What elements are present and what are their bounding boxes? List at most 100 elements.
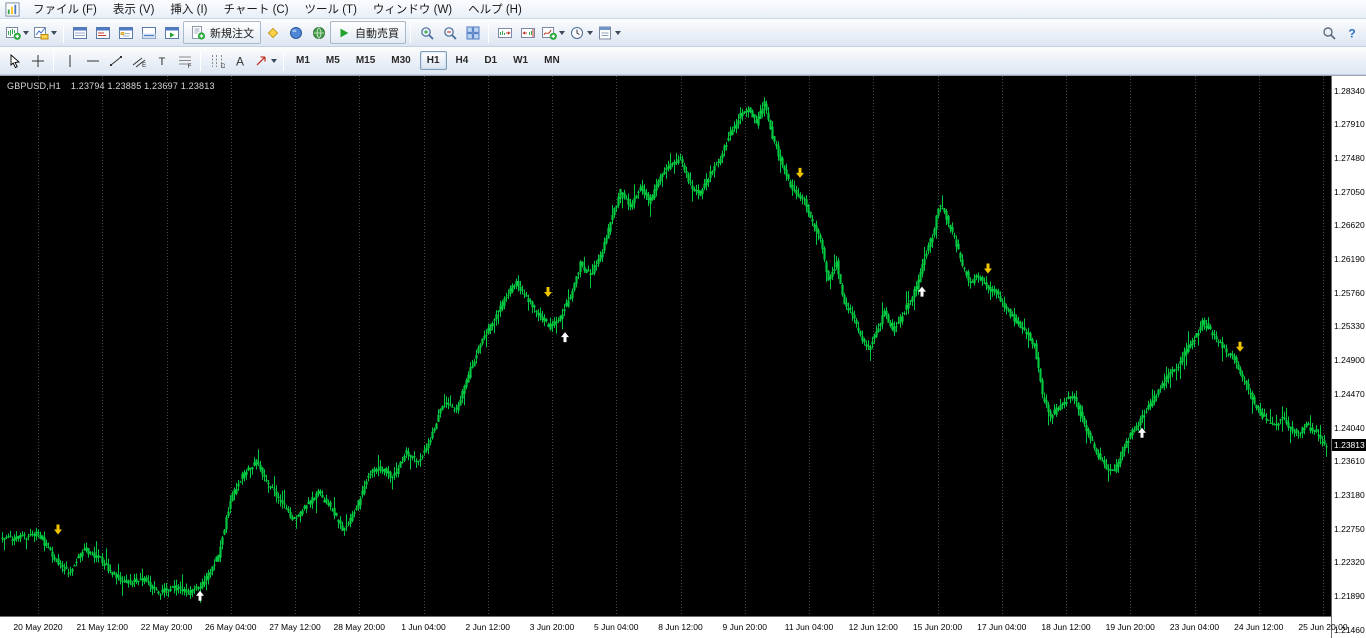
indicators-button[interactable] xyxy=(539,21,567,44)
community-button[interactable] xyxy=(284,21,307,44)
datawindow-icon xyxy=(95,25,111,41)
timeframe-h1[interactable]: H1 xyxy=(419,51,447,70)
help-button[interactable]: ? xyxy=(1340,21,1363,44)
time-axis-label: 2 Jun 12:00 xyxy=(465,622,510,632)
sell-arrow-icon[interactable] xyxy=(54,524,62,535)
new-order-label: 新規注文 xyxy=(210,27,254,40)
text-button[interactable]: T xyxy=(150,49,173,72)
chart-window[interactable]: GBPUSD,H1 1.23794 1.23885 1.23697 1.2381… xyxy=(0,75,1366,638)
buy-arrow-icon[interactable] xyxy=(196,590,204,601)
sell-arrow-icon[interactable] xyxy=(984,263,992,274)
trendline-icon xyxy=(108,53,124,69)
vline-icon xyxy=(62,53,78,69)
cursor-button[interactable] xyxy=(3,49,26,72)
profiles-icon xyxy=(33,25,49,41)
tile-windows-button[interactable] xyxy=(461,21,484,44)
equidistant-channel-button[interactable]: E xyxy=(127,49,150,72)
tester-icon xyxy=(164,25,180,41)
market-button[interactable] xyxy=(307,21,330,44)
cycles-icon: D xyxy=(209,53,225,69)
chart-symbol-label: GBPUSD,H1 1.23794 1.23885 1.23697 1.2381… xyxy=(7,81,215,91)
diamond-icon xyxy=(265,25,281,41)
timeframe-m30[interactable]: M30 xyxy=(384,51,417,70)
zoomin-icon xyxy=(419,25,435,41)
timeframe-m5[interactable]: M5 xyxy=(319,51,347,70)
price-axis-label: 1.22750 xyxy=(1334,523,1365,534)
sell-arrow-icon[interactable] xyxy=(544,287,552,297)
timeframe-m1[interactable]: M1 xyxy=(289,51,317,70)
menu-item-charts[interactable]: チャート (C) xyxy=(215,0,296,19)
new-order-button[interactable]: 新規注文 xyxy=(183,21,261,44)
clock-icon xyxy=(569,25,585,41)
fibonacci-button[interactable]: F xyxy=(173,49,196,72)
menu-items: ファイル (F) 表示 (V) 挿入 (I) チャート (C) ツール (T) ウィンドウ… xyxy=(25,0,530,19)
profiles-button[interactable] xyxy=(31,21,59,44)
time-axis-label: 11 Jun 04:00 xyxy=(784,622,834,632)
price-axis-label: 1.23610 xyxy=(1334,456,1365,467)
time-axis-label: 17 Jun 04:00 xyxy=(977,622,1027,632)
text-label-button[interactable]: A xyxy=(228,49,251,72)
timeframe-d1[interactable]: D1 xyxy=(477,51,504,70)
menu-item-insert[interactable]: 挿入 (I) xyxy=(162,0,215,19)
time-axis-label: 25 Jun 20:00 xyxy=(1298,622,1348,632)
terminal-icon xyxy=(141,25,157,41)
zoom-out-button[interactable] xyxy=(438,21,461,44)
cycle-lines-button[interactable]: D xyxy=(205,49,228,72)
letterA-icon: A xyxy=(232,53,248,69)
dropdown-caret-icon[interactable] xyxy=(587,30,593,35)
menu-item-view[interactable]: 表示 (V) xyxy=(105,0,163,19)
timeframe-mn[interactable]: MN xyxy=(537,51,567,70)
time-axis-label: 27 May 12:00 xyxy=(269,622,321,632)
shift-icon xyxy=(520,25,536,41)
trendline-button[interactable] xyxy=(104,49,127,72)
vertical-line-button[interactable] xyxy=(58,49,81,72)
new-chart-button[interactable] xyxy=(3,21,31,44)
dropdown-caret-icon[interactable] xyxy=(51,30,57,35)
horizontal-line-button[interactable] xyxy=(81,49,104,72)
periods-button[interactable] xyxy=(567,21,595,44)
dropdown-caret-icon[interactable] xyxy=(23,30,29,35)
tile-icon xyxy=(465,25,481,41)
templates-button[interactable] xyxy=(595,21,623,44)
timeframe-w1[interactable]: W1 xyxy=(506,51,535,70)
sell-arrow-icon[interactable] xyxy=(796,167,804,178)
toolbar-line-studies: E T F D A M1 M5 M15 M30 H1 H4 D1 W1 MN xyxy=(0,47,1366,75)
zoom-in-button[interactable] xyxy=(415,21,438,44)
navigator-button[interactable] xyxy=(114,21,137,44)
dropdown-caret-icon[interactable] xyxy=(559,30,565,35)
timeframe-m15[interactable]: M15 xyxy=(349,51,382,70)
price-axis-label: 1.26620 xyxy=(1334,220,1365,231)
candle-bodies xyxy=(1,101,1328,596)
time-axis-label: 9 Jun 20:00 xyxy=(722,622,767,632)
price-axis-label: 1.27480 xyxy=(1334,152,1365,163)
price-chart[interactable] xyxy=(0,76,1331,616)
market-watch-button[interactable] xyxy=(68,21,91,44)
auto-trading-button[interactable]: 自動売買 xyxy=(330,21,406,44)
auto-scroll-button[interactable] xyxy=(493,21,516,44)
arrows-button[interactable] xyxy=(251,49,279,72)
time-axis-label: 21 May 12:00 xyxy=(76,622,129,632)
search-button[interactable] xyxy=(1317,21,1340,44)
menu-item-help[interactable]: ヘルプ (H) xyxy=(460,0,530,19)
time-axis-label: 5 Jun 04:00 xyxy=(594,622,639,632)
menu-item-file[interactable]: ファイル (F) xyxy=(25,0,105,19)
price-axis-label: 1.27910 xyxy=(1334,119,1365,130)
sell-arrow-icon[interactable] xyxy=(1236,341,1244,352)
buy-arrow-icon[interactable] xyxy=(561,332,569,343)
timeframe-h4[interactable]: H4 xyxy=(449,51,476,70)
menu-item-tools[interactable]: ツール (T) xyxy=(297,0,365,19)
time-axis-label: 24 Jun 12:00 xyxy=(1234,622,1284,632)
price-axis[interactable]: 1.28340 1.27910 1.27480 1.27050 1.26620 1.261… xyxy=(1331,76,1366,638)
data-window-button[interactable] xyxy=(91,21,114,44)
crosshair-button[interactable] xyxy=(26,49,49,72)
time-axis[interactable]: 20 May 2020 21 May 12:00 22 May 20:00 26 Ma… xyxy=(0,616,1348,638)
menu-item-window[interactable]: ウィンドウ (W) xyxy=(365,0,460,19)
metaeditor-button[interactable] xyxy=(261,21,284,44)
dropdown-caret-icon[interactable] xyxy=(615,30,621,35)
newchart-icon xyxy=(5,25,21,41)
chart-shift-button[interactable] xyxy=(516,21,539,44)
strategy-tester-button[interactable] xyxy=(160,21,183,44)
price-axis-label: 1.24470 xyxy=(1334,388,1365,399)
dropdown-caret-icon[interactable] xyxy=(271,58,277,63)
terminal-button[interactable] xyxy=(137,21,160,44)
